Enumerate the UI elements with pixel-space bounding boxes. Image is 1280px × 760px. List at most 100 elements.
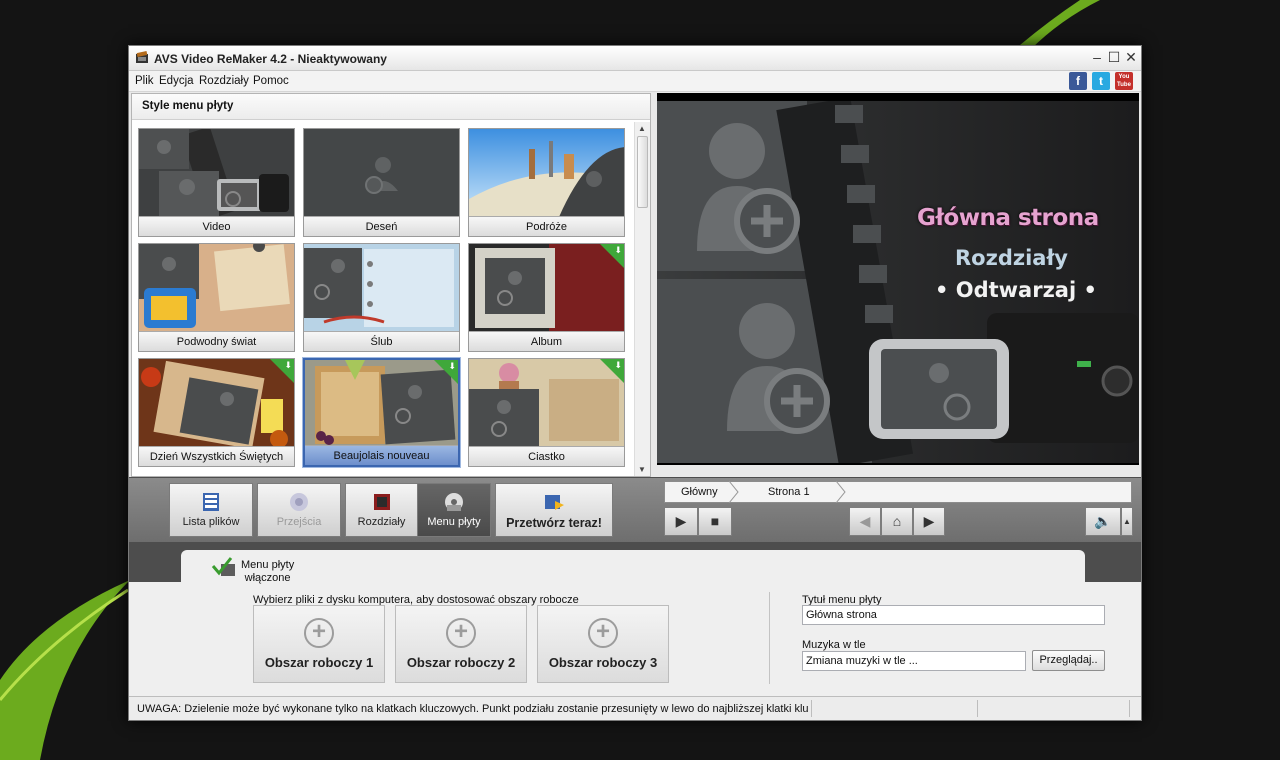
settings-tab-strip: Menu płyty włączone (129, 542, 1141, 584)
volume-expand-button[interactable]: ▲ (1121, 507, 1133, 536)
prev-page-button[interactable]: ◀ (849, 507, 881, 536)
facebook-icon[interactable]: f (1069, 72, 1087, 90)
play-icon: ▶ (675, 513, 687, 529)
menu-edit[interactable]: Edycja (159, 75, 194, 87)
style-tile-podroze[interactable]: Podróże (468, 128, 625, 237)
youtube-icon[interactable]: You Tube (1115, 72, 1133, 90)
menu-styles-panel: Style menu płyty Video Deseń Podróże Pod… (131, 93, 651, 477)
maximize-button[interactable]: ☐ (1106, 50, 1122, 64)
workspace-label: Obszar roboczy 1 (264, 655, 374, 670)
style-tile-slub[interactable]: Ślub (303, 243, 460, 352)
disc-menu-label: Menu płyty (427, 516, 481, 528)
workspace-label: Obszar roboczy 2 (406, 655, 516, 670)
style-thumbnail (304, 244, 459, 332)
disc-menu-tab-line1: Menu płyty (241, 559, 295, 571)
breadcrumb-separator-icon (836, 481, 846, 503)
download-icon: ⬇ (434, 360, 458, 384)
status-text: UWAGA: Dzielenie może być wykonane tylko… (137, 703, 809, 715)
background-swoosh-bottom-left (0, 580, 130, 760)
style-tile-beaujolais[interactable]: ⬇ Beaujolais nouveau (303, 358, 460, 467)
next-page-button[interactable]: ▶ (913, 507, 945, 536)
disc-menu-button[interactable]: Menu płyty (417, 483, 491, 537)
style-tile-label: Deseń (304, 216, 459, 236)
breadcrumb-main[interactable]: Główny (681, 486, 718, 498)
workspace-3-button[interactable]: + Obszar roboczy 3 (537, 605, 669, 683)
transitions-button[interactable]: Przejścia (257, 483, 341, 537)
home-page-button[interactable]: ⌂ (881, 507, 913, 536)
style-tile-label: Podwodny świat (139, 331, 294, 351)
file-list-icon (203, 493, 219, 511)
status-divider (977, 700, 978, 717)
workspace-2-button[interactable]: + Obszar roboczy 2 (395, 605, 527, 683)
background-music-label: Muzyka w tle (802, 639, 866, 651)
workspace-1-button[interactable]: + Obszar roboczy 1 (253, 605, 385, 683)
transitions-icon (290, 493, 308, 511)
divider (769, 592, 770, 684)
browse-button[interactable]: Przeglądaj.. (1032, 650, 1105, 671)
status-divider (811, 700, 812, 717)
menu-file[interactable]: Plik (135, 75, 154, 87)
styles-grid: Video Deseń Podróże Podwodny świat Ślub … (138, 128, 632, 478)
preview-title: Główna strona (917, 205, 1099, 231)
disc-menu-settings: Menu płyty włączone Wybierz pliki z dysk… (129, 542, 1141, 696)
menu-help[interactable]: Pomoc (253, 75, 289, 87)
style-tile-desen[interactable]: Deseń (303, 128, 460, 237)
title-bar: AVS Video ReMaker 4.2 - Nieaktywowany – … (129, 46, 1141, 71)
status-divider (1129, 700, 1130, 717)
plus-icon: + (304, 618, 334, 648)
style-tile-ciastko[interactable]: ⬇ Ciastko (468, 358, 625, 467)
style-thumbnail (139, 244, 294, 332)
disc-menu-tab-line2: włączone (244, 572, 291, 584)
download-icon: ⬇ (600, 244, 624, 268)
chapters-button[interactable]: Rozdziały (345, 483, 418, 537)
style-tile-label: Beaujolais nouveau (305, 445, 458, 465)
style-tile-swietych[interactable]: ⬇ Dzień Wszystkich Świętych (138, 358, 295, 467)
preview-chapters-link[interactable]: Rozdziały (955, 246, 1068, 270)
menu-title-input[interactable]: Główna strona (802, 605, 1105, 625)
preview-play-link[interactable]: • Odtwarzaj • (935, 278, 1097, 302)
checkmark-icon (211, 557, 235, 576)
style-tile-video[interactable]: Video (138, 128, 295, 237)
style-tile-podwodny[interactable]: Podwodny świat (138, 243, 295, 352)
scroll-thumb[interactable] (637, 136, 648, 208)
volume-button[interactable]: 🔈 (1085, 507, 1121, 536)
scroll-up-icon[interactable]: ▲ (638, 124, 646, 133)
close-button[interactable]: ✕ (1123, 50, 1139, 64)
style-tile-label: Ciastko (469, 446, 624, 466)
twitter-icon[interactable]: t (1092, 72, 1110, 90)
style-tile-label: Ślub (304, 331, 459, 351)
style-tile-label: Podróże (469, 216, 624, 236)
volume-icon: 🔈 (1094, 513, 1112, 529)
scroll-down-icon[interactable]: ▼ (638, 465, 646, 474)
play-button[interactable]: ▶ (664, 507, 698, 536)
breadcrumb-page1[interactable]: Strona 1 (768, 486, 810, 498)
menu-page-breadcrumb: Główny Strona 1 (664, 481, 1132, 503)
chapters-icon (373, 494, 390, 510)
next-icon: ▶ (923, 513, 935, 529)
minimize-button[interactable]: – (1089, 50, 1105, 64)
window-title: AVS Video ReMaker 4.2 - Nieaktywowany (154, 52, 387, 66)
style-thumbnail (139, 129, 294, 217)
styles-scrollbar[interactable]: ▲ ▼ (634, 122, 650, 476)
convert-now-label: Przetwórz teraz! (506, 516, 602, 530)
disc-menu-enabled-tab[interactable]: Menu płyty włączone (181, 550, 1085, 584)
menu-chapters[interactable]: Rozdziały (199, 75, 249, 87)
style-thumbnail (469, 129, 624, 217)
chapters-label: Rozdziały (357, 516, 406, 528)
transitions-label: Przejścia (276, 516, 322, 528)
style-tile-label: Dzień Wszystkich Świętych (139, 446, 294, 466)
breadcrumb-separator-icon (729, 481, 739, 503)
plus-icon: + (588, 618, 618, 648)
main-toolbar: Lista plików Przejścia Rozdziały Menu pł… (129, 477, 1141, 542)
plus-icon: + (446, 618, 476, 648)
file-list-button[interactable]: Lista plików (169, 483, 253, 537)
stop-button[interactable]: ■ (698, 507, 732, 536)
style-tile-label: Video (139, 216, 294, 236)
convert-now-button[interactable]: Przetwórz teraz! (495, 483, 613, 537)
file-list-label: Lista plików (182, 516, 240, 528)
background-music-input[interactable]: Zmiana muzyki w tle ... (802, 651, 1026, 671)
style-thumbnail (304, 129, 459, 217)
download-icon: ⬇ (600, 359, 624, 383)
preview-canvas: Główna strona Rozdziały • Odtwarzaj • (657, 101, 1139, 463)
style-tile-album[interactable]: ⬇ Album (468, 243, 625, 352)
